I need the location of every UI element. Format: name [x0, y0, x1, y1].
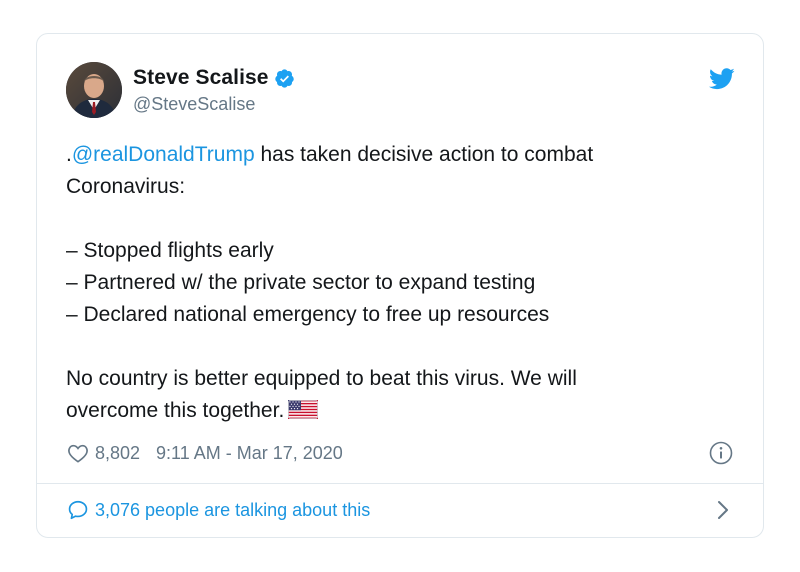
verified-badge-icon	[274, 68, 294, 88]
tweet-text-line-2: Coronavirus:	[66, 175, 186, 198]
tweet-bullet: – Stopped flights early	[66, 239, 274, 262]
tweet-bullet: – Declared national emergency to free up…	[66, 303, 550, 326]
tweet-closing-line-2: overcome this together.	[66, 395, 723, 427]
tweet-text: .@realDonaldTrump has taken decisive act…	[66, 139, 723, 427]
tweet-bullet: – Partnered w/ the private sector to exp…	[66, 271, 536, 294]
author-display-name[interactable]: Steve Scalise	[133, 66, 269, 90]
conversation-count[interactable]: 3,076 people are talking about this	[95, 500, 370, 521]
speech-bubble-icon	[68, 500, 88, 520]
mention-link[interactable]: @realDonaldTrump	[72, 143, 255, 166]
avatar[interactable]	[66, 62, 122, 118]
tweet-meta: 8,802 9:11 AM - Mar 17, 2020	[67, 440, 733, 466]
tweet-timestamp[interactable]: 9:11 AM - Mar 17, 2020	[156, 443, 343, 464]
author-handle[interactable]: @SteveScalise	[133, 94, 295, 115]
divider	[37, 483, 763, 484]
heart-icon[interactable]	[67, 443, 89, 463]
tweet-closing-line-1: No country is better equipped to beat th…	[66, 367, 577, 390]
tweet-text-line-1: .@realDonaldTrump has taken decisive act…	[66, 143, 594, 166]
info-icon[interactable]	[709, 441, 733, 465]
conversation-link[interactable]: 3,076 people are talking about this	[67, 496, 733, 524]
like-count[interactable]: 8,802	[95, 443, 140, 464]
tweet-card[interactable]: Steve Scalise @SteveScalise .@realDonald…	[36, 33, 764, 538]
twitter-bird-icon[interactable]	[709, 68, 735, 90]
author-names: Steve Scalise @SteveScalise	[133, 64, 295, 115]
us-flag-icon	[288, 400, 319, 419]
tweet-header: Steve Scalise @SteveScalise	[66, 62, 735, 122]
chevron-right-icon[interactable]	[717, 500, 729, 520]
